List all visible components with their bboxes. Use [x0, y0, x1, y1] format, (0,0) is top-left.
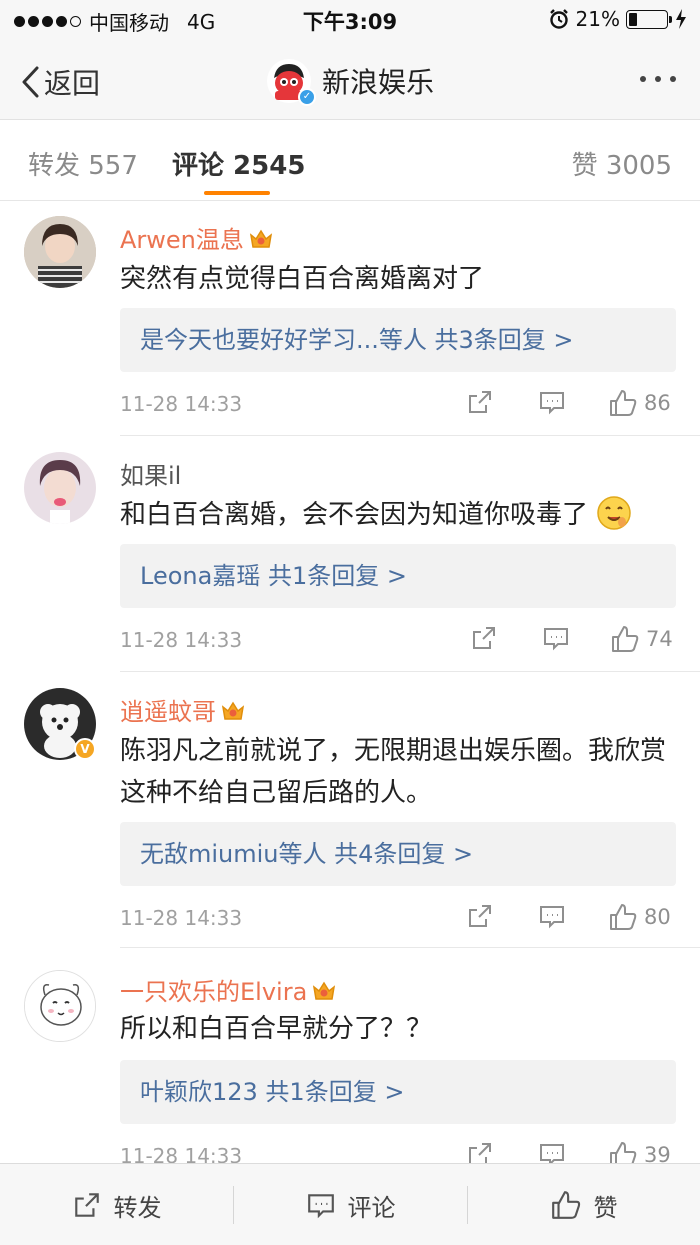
comment-date: 11-28 14:33: [120, 906, 243, 930]
avatar[interactable]: [24, 970, 96, 1042]
reply-icon[interactable]: [542, 624, 570, 652]
reply-icon[interactable]: [538, 902, 566, 930]
comment-meta: 11-28 14:33 74: [120, 624, 680, 654]
share-icon[interactable]: [466, 1140, 494, 1163]
reply-icon[interactable]: [538, 388, 566, 416]
comment-meta: 11-28 14:33 80: [120, 902, 680, 932]
verified-badge-icon: V: [74, 738, 96, 760]
like-button[interactable]: 39: [608, 1140, 671, 1163]
like-button[interactable]: 74: [610, 624, 673, 654]
thumbs-up-icon: [610, 1142, 637, 1163]
comment-item: Arwen温息 突然有点觉得白百合离婚离对了 是今天也要好好学习...等人 共3…: [0, 202, 700, 438]
repost-label: 转发: [113, 1193, 162, 1222]
tab-comments[interactable]: 评论 2545: [172, 145, 305, 182]
repost-button[interactable]: 转发: [0, 1164, 233, 1245]
more-options-icon[interactable]: [640, 76, 676, 82]
navigation-bar: 返回 ✓ 新浪娱乐: [0, 40, 700, 120]
author-name: 一只欢乐的Elvira: [120, 978, 308, 1006]
share-icon[interactable]: [466, 902, 494, 930]
tab-likes[interactable]: 赞 3005: [572, 145, 672, 182]
thumbs-up-icon: [612, 626, 639, 652]
vip-crown-icon: [313, 981, 336, 1000]
like-label: 赞: [593, 1193, 618, 1222]
avatar[interactable]: [24, 452, 96, 524]
comment-text: 所以和白百合早就分了？？: [120, 1014, 433, 1044]
replies-preview[interactable]: 叶颖欣123 共1条回复 >: [120, 1060, 676, 1124]
status-right: 21%: [548, 7, 688, 31]
like-button[interactable]: 86: [608, 388, 671, 418]
comment-author[interactable]: 如果il: [120, 456, 181, 491]
reply-icon[interactable]: [538, 1140, 566, 1163]
thumbs-up-icon: [551, 1191, 580, 1219]
comment-date: 11-28 14:33: [120, 628, 243, 652]
comment-label: 评论: [347, 1193, 396, 1222]
active-tab-indicator: [204, 191, 270, 195]
divider: [120, 671, 700, 672]
replies-preview[interactable]: 是今天也要好好学习...等人 共3条回复 >: [120, 308, 676, 372]
comment-date: 11-28 14:33: [120, 392, 243, 416]
comment-text-content: 和白百合离婚，会不会因为知道你吸毒了: [120, 500, 589, 530]
comment-date: 11-28 14:33: [120, 1144, 243, 1163]
thumbs-up-icon: [610, 904, 637, 930]
comment-meta: 11-28 14:33 39: [120, 1140, 680, 1163]
comment-author[interactable]: 逍遥蚊哥: [120, 692, 246, 727]
divider: [120, 435, 700, 436]
status-bar: 中国移动 4G 下午3:09 21%: [0, 0, 700, 40]
alarm-icon: [549, 9, 568, 29]
comment-tabs: 转发 557 评论 2545 赞 3005: [0, 121, 700, 201]
comment-author[interactable]: 一只欢乐的Elvira: [120, 972, 337, 1007]
comment-icon: [307, 1194, 334, 1219]
comment-meta: 11-28 14:33 86: [120, 388, 680, 418]
author-name: 如果il: [120, 462, 182, 490]
bottom-toolbar: 转发 评论 赞: [0, 1163, 700, 1245]
like-count: 80: [644, 905, 671, 929]
share-icon[interactable]: [470, 624, 498, 652]
replies-preview[interactable]: 无敌miumiu等人 共4条回复 >: [120, 822, 676, 886]
share-icon: [74, 1193, 99, 1217]
comment-item: 如果il 和白百合离婚，会不会因为知道你吸毒了 Leona嘉瑶 共1条回复 > …: [0, 438, 700, 674]
like-count: 39: [644, 1143, 671, 1163]
like-button[interactable]: 80: [608, 902, 671, 932]
charging-icon: [676, 9, 686, 29]
battery-icon: [626, 9, 672, 29]
author-name: Arwen温息: [120, 226, 244, 254]
vip-crown-icon: [221, 701, 245, 720]
comment-item: 一只欢乐的Elvira 所以和白百合早就分了？？ 叶颖欣123 共1条回复 > …: [0, 950, 700, 1163]
account-title[interactable]: ✓ 新浪娱乐: [0, 58, 700, 106]
battery-percent: 21%: [575, 7, 620, 31]
thumbs-up-icon: [610, 390, 637, 416]
comment-text: 陈羽凡之前就说了，无限期退出娱乐圈。我欣赏这种不给自己留后路的人。: [120, 736, 667, 808]
comment-button[interactable]: 评论: [234, 1164, 467, 1245]
sina-entertainment-logo: ✓: [266, 58, 316, 106]
replies-preview[interactable]: Leona嘉瑶 共1条回复 >: [120, 544, 676, 608]
emoji-drool-icon: [597, 496, 632, 530]
verified-badge-icon: ✓: [297, 88, 316, 106]
vip-crown-icon: [249, 229, 272, 248]
comment-item: V 逍遥蚊哥 陈羽凡之前就说了，无限期退出娱乐圈。我欣赏这种不给自己留后路的人。…: [0, 674, 700, 950]
comment-author[interactable]: Arwen温息: [120, 220, 274, 255]
like-button[interactable]: 赞: [467, 1164, 700, 1245]
like-count: 74: [646, 627, 673, 651]
comment-text: 和白百合离婚，会不会因为知道你吸毒了: [120, 494, 680, 536]
tab-repost[interactable]: 转发 557: [28, 145, 138, 182]
comment-text: 突然有点觉得白百合离婚离对了: [120, 264, 485, 294]
avatar[interactable]: [24, 216, 96, 288]
share-icon[interactable]: [466, 388, 494, 416]
author-name: 逍遥蚊哥: [120, 698, 216, 726]
page-title: 新浪娱乐: [321, 66, 434, 99]
divider: [120, 947, 700, 948]
like-count: 86: [644, 391, 671, 415]
